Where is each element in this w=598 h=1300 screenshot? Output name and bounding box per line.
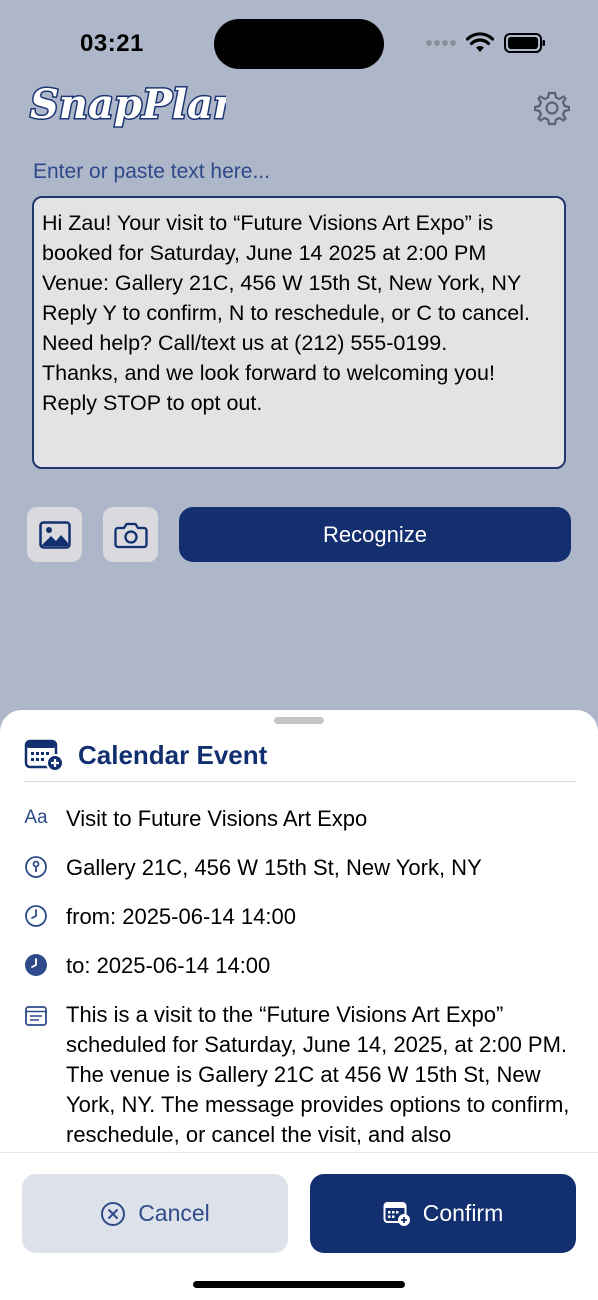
camera-icon xyxy=(113,522,148,548)
event-title: Visit to Future Visions Art Expo xyxy=(66,806,368,831)
message-text-area[interactable]: Hi Zau! Your visit to “Future Visions Ar… xyxy=(32,196,566,469)
calendar-add-icon xyxy=(383,1201,410,1226)
note-icon xyxy=(22,1002,50,1030)
sheet-grabber[interactable] xyxy=(274,717,324,724)
text-format-icon: Aa xyxy=(24,807,48,828)
input-prompt: Enter or paste text here... xyxy=(33,160,270,183)
cancel-label: Cancel xyxy=(138,1200,210,1226)
wifi-icon xyxy=(466,32,494,52)
status-time: 03:21 xyxy=(80,30,144,57)
calendar-event-sheet: Calendar Event Aa Visit to Future Vision… xyxy=(0,710,598,1300)
confirm-label: Confirm xyxy=(422,1200,504,1226)
clock-filled-icon xyxy=(22,951,50,979)
recognize-button[interactable]: Recognize xyxy=(179,507,571,562)
battery-icon xyxy=(504,33,545,53)
photo-icon xyxy=(38,520,71,549)
cancel-button[interactable]: Cancel xyxy=(22,1174,288,1253)
start-time-field[interactable]: from: 2025-06-14 14:00 xyxy=(22,902,578,932)
event-end: to: 2025-06-14 14:00 xyxy=(66,953,271,978)
sheet-title: Calendar Event xyxy=(78,739,268,770)
event-location: Gallery 21C, 456 W 15th St, New York, NY xyxy=(66,855,482,880)
gear-icon xyxy=(533,91,571,126)
cancel-circle-icon xyxy=(101,1201,126,1226)
description-field[interactable]: This is a visit to the “Future Visions A… xyxy=(22,1000,578,1150)
sheet-header: Calendar Event xyxy=(24,738,267,772)
app-logo: SnapPlan xyxy=(26,78,244,141)
end-time-field[interactable]: to: 2025-06-14 14:00 xyxy=(22,951,578,981)
footer-divider xyxy=(0,1152,598,1153)
status-icons xyxy=(426,32,546,54)
settings-button[interactable] xyxy=(533,90,571,126)
clock-outline-icon xyxy=(22,902,50,930)
location-field[interactable]: Gallery 21C, 456 W 15th St, New York, NY xyxy=(22,853,578,883)
signal-dots-icon xyxy=(426,40,456,46)
location-pin-icon xyxy=(22,853,50,881)
photo-library-button[interactable] xyxy=(27,507,82,562)
event-title-field[interactable]: Aa Visit to Future Visions Art Expo xyxy=(22,804,578,834)
divider xyxy=(24,781,576,782)
calendar-add-icon xyxy=(24,739,64,772)
event-start: from: 2025-06-14 14:00 xyxy=(66,904,296,929)
app-logo-text: SnapPlan xyxy=(30,81,226,128)
confirm-button[interactable]: Confirm xyxy=(310,1174,576,1253)
home-indicator[interactable] xyxy=(193,1281,405,1288)
dynamic-island xyxy=(214,19,384,69)
status-bar: 03:21 xyxy=(0,0,598,90)
camera-button[interactable] xyxy=(103,507,158,562)
event-description: This is a visit to the “Future Visions A… xyxy=(66,1002,570,1147)
